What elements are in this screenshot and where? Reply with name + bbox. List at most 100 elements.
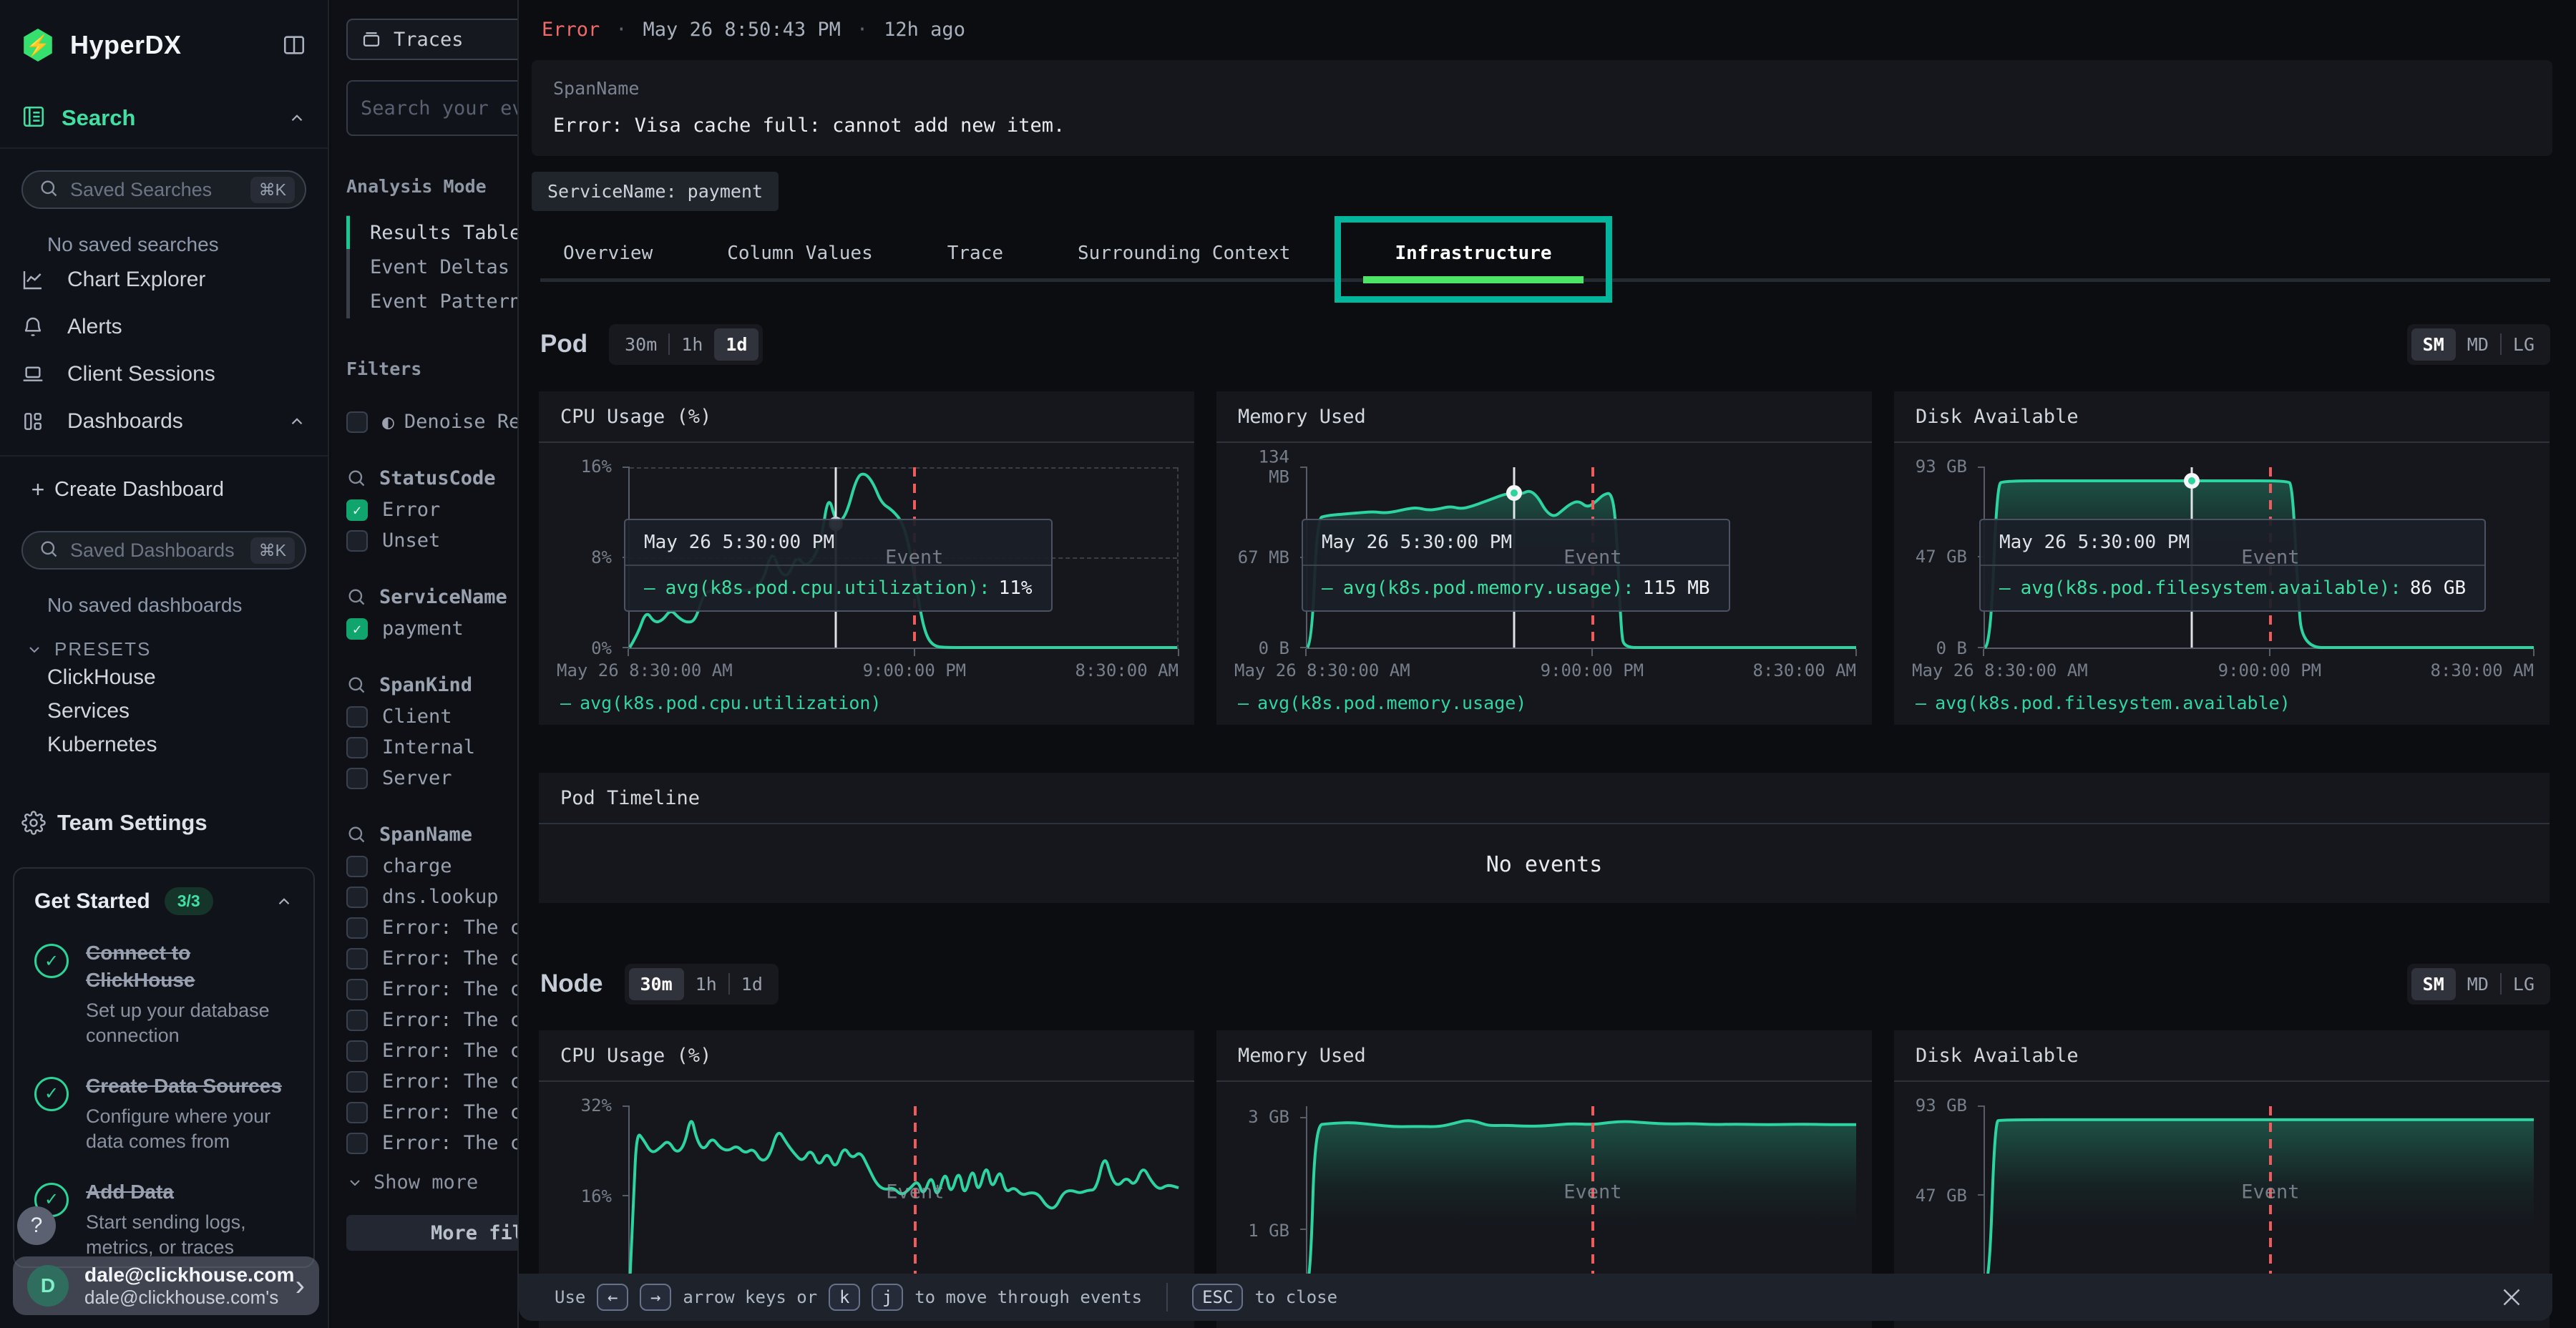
events-search-input[interactable] <box>346 80 517 136</box>
mode-event-patterns[interactable]: Event Patterns <box>350 284 517 318</box>
size-lg-button[interactable]: LG <box>2502 328 2546 361</box>
range-30m-button[interactable]: 30m <box>613 328 668 361</box>
filter-option-internal[interactable]: Internal <box>346 732 517 763</box>
x-tick-label: 8:30:00 AM <box>1075 660 1179 680</box>
filter-option-error-span[interactable]: Error: The cr <box>346 974 517 1005</box>
range-1h-button[interactable]: 1h <box>684 968 728 1000</box>
filter-option-payment[interactable]: ✓ payment <box>346 613 517 644</box>
checkbox-unchecked[interactable] <box>346 917 368 939</box>
search-icon[interactable] <box>346 468 366 488</box>
sidebar-item-team-settings[interactable]: Team Settings <box>21 801 306 844</box>
filter-option-error-span[interactable]: Error: The cr <box>346 1128 517 1158</box>
range-1d-button[interactable]: 1d <box>730 968 774 1000</box>
event-marker-label: Event <box>1563 547 1621 569</box>
collapse-sidebar-icon[interactable] <box>282 33 306 57</box>
checkbox-unchecked[interactable] <box>346 948 368 970</box>
sidebar-item-client-sessions[interactable]: Client Sessions <box>21 351 306 398</box>
size-md-button[interactable]: MD <box>2456 968 2500 1000</box>
search-icon[interactable] <box>346 824 366 844</box>
mode-event-deltas[interactable]: Event Deltas <box>350 250 517 284</box>
filter-option-error-span[interactable]: Error: The cr <box>346 1035 517 1066</box>
chart-plot-area[interactable]: May 26 5:30:00 PM — avg(k8s.pod.memory.u… <box>1306 467 1856 649</box>
source-select[interactable]: Traces <box>346 19 517 60</box>
checkbox-unchecked[interactable] <box>346 856 368 877</box>
preset-services[interactable]: Services <box>47 694 306 728</box>
filter-option-unset[interactable]: Unset <box>346 525 517 556</box>
checkbox-unchecked[interactable] <box>346 979 368 1000</box>
y-tick-mark <box>1300 647 1307 648</box>
get-started-item-connect[interactable]: ✓ Connect to ClickHouse Set up your data… <box>34 939 293 1048</box>
checkbox-unchecked[interactable] <box>346 530 368 552</box>
checkbox-checked[interactable]: ✓ <box>346 499 368 521</box>
checkbox-unchecked[interactable] <box>346 411 368 433</box>
saved-dashboards-placeholder[interactable] <box>70 540 250 562</box>
mode-results-table[interactable]: Results Table <box>350 215 517 250</box>
range-1h-button[interactable]: 1h <box>670 328 714 361</box>
get-started-item-sources[interactable]: ✓ Create Data Sources Configure where yo… <box>34 1073 293 1154</box>
checkbox-unchecked[interactable] <box>346 1102 368 1123</box>
size-md-button[interactable]: MD <box>2456 328 2500 361</box>
tab-trace[interactable]: Trace <box>945 228 1006 278</box>
search-icon[interactable] <box>346 587 366 607</box>
chart-plot-area[interactable]: Event <box>1306 1106 1856 1285</box>
filter-group-statuscode: StatusCode ✓ Error Unset <box>346 462 517 556</box>
preset-clickhouse[interactable]: ClickHouse <box>47 660 306 694</box>
filter-option-error-span[interactable]: Error: The cr <box>346 1066 517 1097</box>
size-sm-button[interactable]: SM <box>2411 328 2456 361</box>
service-name-tag[interactable]: ServiceName: payment <box>532 172 779 211</box>
close-icon[interactable] <box>2495 1281 2528 1314</box>
presets-toggle[interactable]: PRESETS <box>26 638 306 660</box>
filter-option-client[interactable]: Client <box>346 701 517 732</box>
filter-option-label: payment <box>382 617 464 640</box>
get-started-item-add-data[interactable]: ✓ Add Data Start sending logs, metrics, … <box>34 1178 293 1260</box>
hint-text: to close <box>1254 1287 1337 1307</box>
tab-overview[interactable]: Overview <box>560 228 655 278</box>
checkbox-unchecked[interactable] <box>346 737 368 758</box>
checkbox-unchecked[interactable] <box>346 706 368 728</box>
filter-option-error-span[interactable]: Error: The cr <box>346 943 517 974</box>
size-sm-button[interactable]: SM <box>2411 968 2456 1000</box>
filter-option-error-span[interactable]: Error: The cr <box>346 912 517 943</box>
range-1d-button[interactable]: 1d <box>714 328 758 361</box>
chart-plot-area[interactable]: Event <box>1984 1106 2534 1285</box>
filter-option-dns-lookup[interactable]: dns.lookup <box>346 882 517 912</box>
help-button[interactable]: ? <box>17 1206 56 1245</box>
more-filters-button[interactable]: More fil <box>346 1215 517 1251</box>
saved-searches-input[interactable]: ⌘K <box>21 170 306 209</box>
chart-plot-area[interactable]: May 26 5:30:00 PM — avg(k8s.pod.cpu.util… <box>628 467 1179 649</box>
user-account-chip[interactable]: D dale@clickhouse.com dale@clickhouse.co… <box>13 1256 319 1315</box>
checkbox-unchecked[interactable] <box>346 768 368 789</box>
checkbox-unchecked[interactable] <box>346 1133 368 1154</box>
hover-point-marker <box>1506 485 1522 501</box>
checkbox-unchecked[interactable] <box>346 887 368 908</box>
create-dashboard-button[interactable]: + Create Dashboard <box>21 469 306 509</box>
denoise-results-filter[interactable]: ◐ Denoise Re <box>346 406 517 437</box>
chevron-up-icon[interactable] <box>275 892 293 911</box>
checkbox-unchecked[interactable] <box>346 1010 368 1031</box>
search-icon[interactable] <box>346 675 366 695</box>
sidebar-item-dashboards[interactable]: Dashboards <box>21 398 306 445</box>
preset-kubernetes[interactable]: Kubernetes <box>47 728 306 761</box>
tab-infrastructure[interactable]: Infrastructure <box>1362 228 1584 278</box>
filter-option-server[interactable]: Server <box>346 763 517 794</box>
checkbox-unchecked[interactable] <box>346 1071 368 1093</box>
chart-plot-area[interactable]: May 26 5:30:00 PM — avg(k8s.pod.filesyst… <box>1984 467 2534 649</box>
filter-option-error[interactable]: ✓ Error <box>346 494 517 525</box>
sidebar-item-alerts[interactable]: Alerts <box>21 303 306 351</box>
size-lg-button[interactable]: LG <box>2502 968 2546 1000</box>
show-more-toggle[interactable]: Show more <box>346 1171 517 1193</box>
range-30m-button[interactable]: 30m <box>629 968 684 1000</box>
tab-surrounding-context[interactable]: Surrounding Context <box>1075 228 1293 278</box>
checkbox-unchecked[interactable] <box>346 1040 368 1062</box>
tab-column-values[interactable]: Column Values <box>724 228 876 278</box>
filter-option-charge[interactable]: charge <box>346 851 517 882</box>
checkbox-checked[interactable]: ✓ <box>346 618 368 640</box>
filter-option-error-span[interactable]: Error: The cr <box>346 1097 517 1128</box>
cmd-k-shortcut: ⌘K <box>250 537 295 564</box>
filter-option-error-span[interactable]: Error: The cr <box>346 1005 517 1035</box>
sidebar-item-chart-explorer[interactable]: Chart Explorer <box>21 256 306 303</box>
chart-plot-area[interactable]: Event <box>628 1106 1179 1285</box>
saved-dashboards-input[interactable]: ⌘K <box>21 531 306 570</box>
saved-searches-placeholder[interactable] <box>70 179 250 201</box>
sidebar-item-search[interactable]: Search <box>21 99 306 137</box>
